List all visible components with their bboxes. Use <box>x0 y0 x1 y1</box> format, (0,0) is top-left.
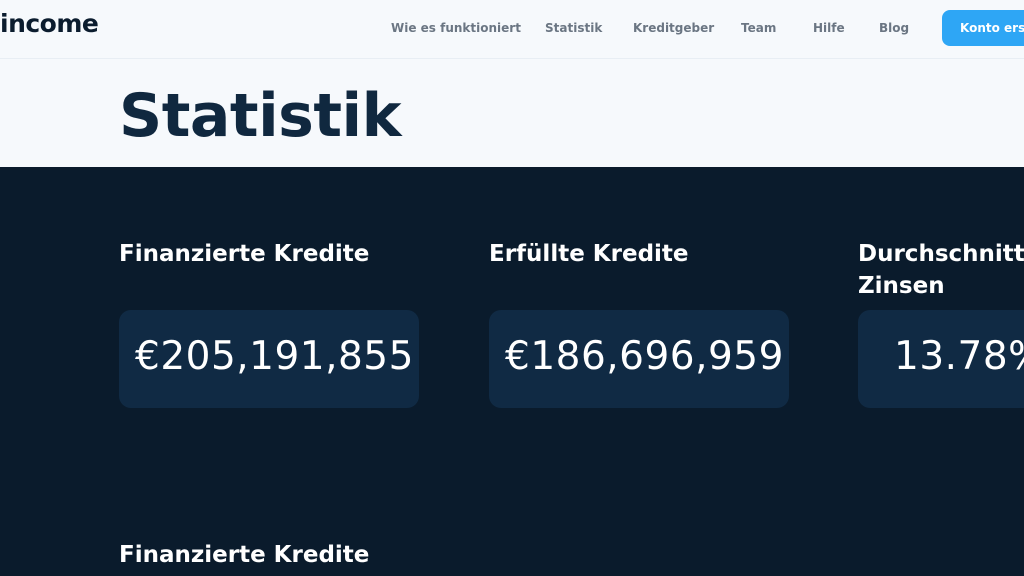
page-title: Statistik <box>119 81 402 151</box>
stat-label-financed-loans: Finanzierte Kredite <box>119 241 370 267</box>
stat-card-financed-loans: €205,191,855 <box>119 310 419 408</box>
title-band: Statistik <box>0 58 1024 168</box>
stat-value-average-interest: 13.78% <box>894 334 1024 379</box>
stat-label-average-interest: Durchschnittliche Zinsen <box>858 241 1024 299</box>
site-header: income Wie es funktioniert Statistik Kre… <box>0 0 1024 58</box>
stat-card-average-interest: 13.78% <box>858 310 1024 408</box>
stat-value-financed-loans: €205,191,855 <box>135 334 414 379</box>
stat-card-fulfilled-loans: €186,696,959 <box>489 310 789 408</box>
nav-wie-es-funktioniert[interactable]: Wie es funktioniert <box>391 21 521 35</box>
nav-kreditgeber[interactable]: Kreditgeber <box>633 21 714 35</box>
nav-blog[interactable]: Blog <box>879 21 909 35</box>
nav-hilfe[interactable]: Hilfe <box>813 21 845 35</box>
stat-value-fulfilled-loans: €186,696,959 <box>505 334 784 379</box>
nav-statistik[interactable]: Statistik <box>545 21 602 35</box>
nav-team[interactable]: Team <box>741 21 776 35</box>
create-account-button[interactable]: Konto erstellen <box>942 10 1024 46</box>
logo[interactable]: income <box>0 9 99 38</box>
stat-label-fulfilled-loans: Erfüllte Kredite <box>489 241 689 267</box>
section-heading-financed-loans: Finanzierte Kredite <box>119 542 370 568</box>
